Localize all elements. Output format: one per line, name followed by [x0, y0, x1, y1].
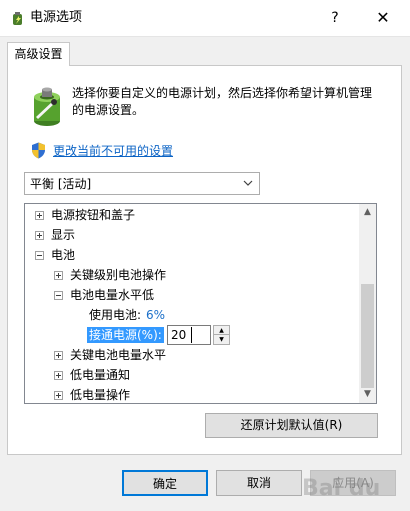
tree-scrollbar[interactable]: ▲ ▼ [359, 204, 376, 403]
on-battery-value[interactable]: 6% [146, 307, 165, 323]
help-button[interactable]: ? [320, 6, 350, 30]
plan-description: 选择你要自定义的电源计划，然后选择你希望计算机管理的电源设置。 [72, 86, 373, 117]
close-icon: ✕ [376, 8, 390, 27]
apply-button[interactable]: 应用(A) [310, 470, 396, 496]
power-options-icon [10, 10, 26, 26]
tree-item-critical-battery-level[interactable]: 关键电池电量水平 [70, 347, 166, 363]
plugged-in-label[interactable]: 接通电源(%): [87, 327, 164, 343]
stepper-up-icon[interactable]: ▲ [214, 326, 229, 335]
expand-icon[interactable] [54, 271, 63, 280]
collapse-icon[interactable] [54, 291, 63, 300]
scroll-down-icon[interactable]: ▼ [359, 386, 376, 403]
battery-plan-icon [31, 87, 63, 127]
tab-advanced-settings[interactable]: 高级设置 [7, 42, 70, 66]
tree-item-battery[interactable]: 电池 [51, 247, 75, 263]
chevron-down-icon [242, 175, 254, 191]
tree-item-low-battery-level[interactable]: 电池电量水平低 [70, 287, 154, 303]
text-caret [191, 327, 192, 343]
shield-icon [31, 142, 46, 159]
window-title: 电源选项 [30, 10, 83, 25]
stepper-down-icon[interactable]: ▼ [214, 335, 229, 344]
collapse-icon[interactable] [35, 251, 44, 260]
close-button[interactable]: ✕ [366, 6, 400, 30]
tree-item-power-buttons-lid[interactable]: 电源按钮和盖子 [51, 207, 135, 223]
expand-icon[interactable] [54, 371, 63, 380]
scroll-thumb[interactable] [361, 284, 374, 388]
tree-item-low-battery-action[interactable]: 低电量操作 [70, 387, 130, 403]
tree-item-low-battery-notification[interactable]: 低电量通知 [70, 367, 130, 383]
expand-icon[interactable] [54, 351, 63, 360]
tree-item-display[interactable]: 显示 [51, 227, 75, 243]
cancel-button[interactable]: 取消 [216, 470, 302, 496]
change-unavailable-settings-link[interactable]: 更改当前不可用的设置 [53, 143, 173, 159]
plugged-in-percent-input[interactable]: 20 [167, 325, 211, 345]
expand-icon[interactable] [35, 211, 44, 220]
scroll-up-icon[interactable]: ▲ [359, 204, 376, 221]
expand-icon[interactable] [54, 391, 63, 400]
power-plan-select-value: 平衡 [活动] [30, 177, 92, 191]
percent-stepper[interactable]: ▲ ▼ [213, 325, 230, 345]
tree-item-critical-battery-action[interactable]: 关键级别电池操作 [70, 267, 166, 283]
expand-icon[interactable] [35, 231, 44, 240]
ok-button[interactable]: 确定 [122, 470, 208, 496]
restore-defaults-button[interactable]: 还原计划默认值(R) [205, 413, 378, 438]
plugged-in-percent-value: 20 [171, 328, 187, 342]
power-plan-select[interactable]: 平衡 [活动] [24, 172, 260, 195]
on-battery-label[interactable]: 使用电池: [89, 307, 141, 323]
power-settings-tree[interactable]: 电源按钮和盖子 显示 电池 关键级别电池操作 电池电量水平低 使用电池: 6% … [24, 203, 377, 404]
